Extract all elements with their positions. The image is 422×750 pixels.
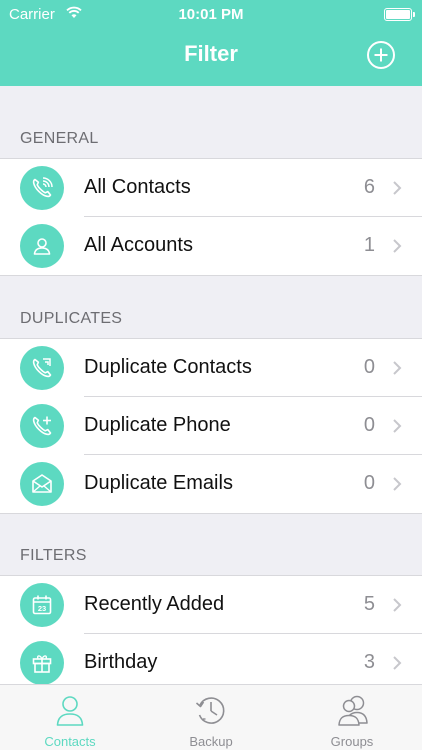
navigation-bar: Carrier 10:01 PM Filter	[0, 0, 422, 86]
phone-ringing-icon	[20, 166, 64, 210]
row-label: Birthday	[84, 651, 158, 673]
row-label: All Contacts	[84, 176, 191, 198]
status-time: 10:01 PM	[178, 6, 244, 23]
general-group: All Contacts 6 All Accounts 1	[0, 158, 422, 276]
calendar-day: 23	[38, 604, 46, 613]
tab-bar: Contacts Backup Groups	[0, 684, 422, 750]
tab-groups[interactable]: Groups	[282, 685, 422, 750]
row-label: Duplicate Contacts	[84, 356, 252, 378]
chevron-right-icon	[393, 181, 402, 195]
tab-label: Groups	[330, 734, 374, 749]
person-outline-icon	[56, 696, 84, 726]
tab-label: Contacts	[44, 734, 96, 749]
row-recently-added[interactable]: 23 Recently Added 5	[0, 576, 422, 634]
row-all-contacts[interactable]: All Contacts 6	[0, 159, 422, 217]
person-icon	[20, 224, 64, 268]
section-header-duplicates: DUPLICATES	[20, 310, 123, 327]
chevron-right-icon	[393, 361, 402, 375]
phone-duplicate-icon	[20, 346, 64, 390]
phone-plus-icon	[20, 404, 64, 448]
chevron-right-icon	[393, 419, 402, 433]
row-duplicate-emails[interactable]: Duplicate Emails 0	[0, 455, 422, 513]
tab-backup[interactable]: Backup	[141, 685, 281, 750]
filters-group: 23 Recently Added 5 Birthday 3	[0, 575, 422, 692]
row-label: Recently Added	[84, 593, 225, 615]
page-title: Filter	[184, 41, 238, 66]
clock-backup-icon	[195, 697, 225, 724]
gift-icon	[20, 641, 64, 685]
chevron-right-icon	[393, 598, 402, 612]
row-label: All Accounts	[84, 234, 193, 256]
row-label: Duplicate Emails	[84, 472, 233, 494]
row-count: 0	[363, 472, 375, 494]
tab-label: Backup	[189, 734, 233, 749]
group-icon	[338, 695, 368, 726]
row-count: 3	[363, 651, 375, 673]
row-count: 0	[363, 356, 375, 378]
calendar-icon: 23	[20, 583, 64, 627]
row-label: Duplicate Phone	[84, 414, 231, 436]
row-count: 1	[363, 234, 375, 256]
row-duplicate-contacts[interactable]: Duplicate Contacts 0	[0, 339, 422, 397]
plus-circle-icon[interactable]	[366, 40, 396, 70]
tab-contacts[interactable]: Contacts	[0, 685, 140, 750]
chevron-right-icon	[393, 477, 402, 491]
battery-icon	[384, 8, 415, 21]
row-count: 5	[363, 593, 375, 615]
row-count: 6	[363, 176, 375, 198]
chevron-right-icon	[393, 239, 402, 253]
section-header-filters: FILTERS	[20, 547, 87, 564]
row-all-accounts[interactable]: All Accounts 1	[0, 217, 422, 275]
duplicates-group: Duplicate Contacts 0 Duplicate Phone 0 D…	[0, 338, 422, 514]
row-duplicate-phone[interactable]: Duplicate Phone 0	[0, 397, 422, 455]
envelope-icon	[20, 462, 64, 506]
chevron-right-icon	[393, 656, 402, 670]
row-count: 0	[363, 414, 375, 436]
section-header-general: GENERAL	[20, 130, 99, 147]
status-bar: Carrier 10:01 PM	[0, 0, 422, 30]
